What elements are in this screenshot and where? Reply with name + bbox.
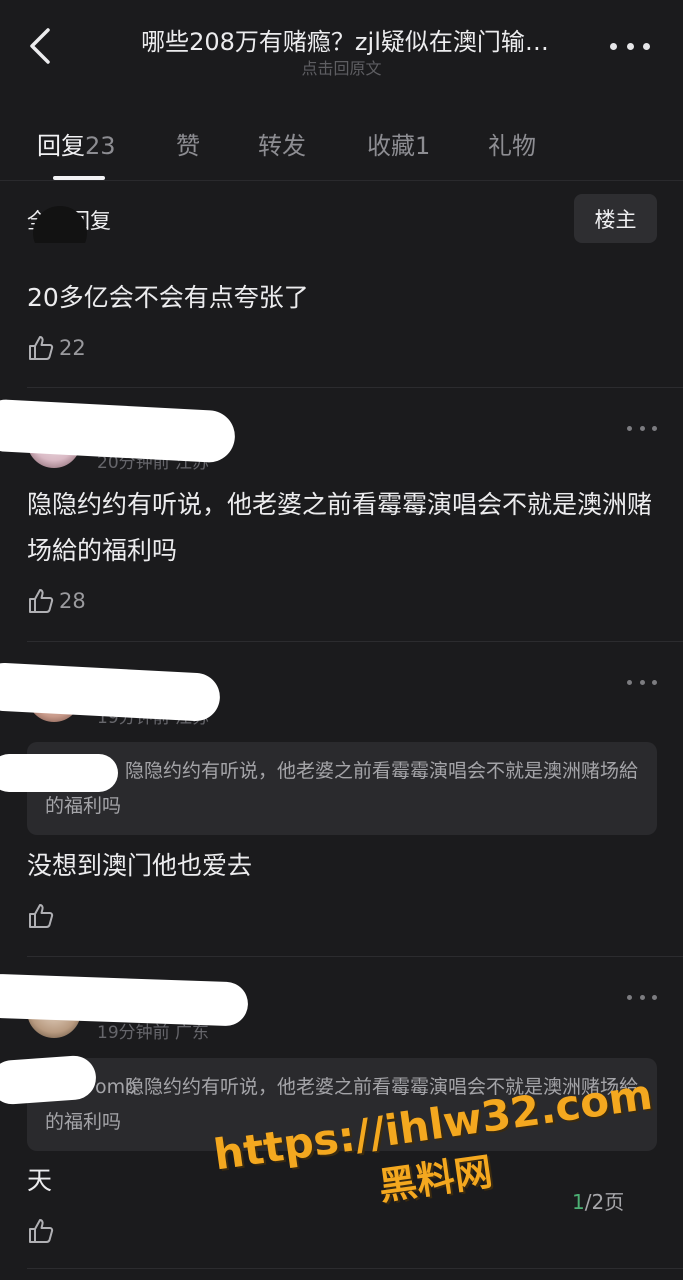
tab-favorites[interactable]: 收藏1 (367, 126, 430, 161)
tab-reposts[interactable]: 转发 (258, 126, 306, 161)
back-to-original-link[interactable]: 点击回原文 (0, 55, 683, 79)
like-count: 22 (59, 336, 86, 360)
comment-divider (27, 956, 683, 957)
like-button[interactable]: 28 (27, 586, 86, 616)
op-only-button[interactable]: 楼主 (574, 194, 657, 243)
comment-text: 隐隐约约有听说，他老婆之前看霉霉演唱会不就是澳洲赌场給的福利吗 (27, 490, 653, 565)
quoted-text: 隐隐约约有听说，他老婆之前看霉霉演唱会不就是澳洲赌场給的福利吗 (45, 760, 639, 817)
comment-text: 天 (27, 1166, 53, 1195)
comment-divider (27, 387, 683, 388)
comment-divider (27, 641, 683, 642)
quoted-reply[interactable]: 隐隐约约有听说，他老婆之前看霉霉演唱会不就是澳洲赌场給的福利吗 (27, 742, 657, 835)
page-indicator[interactable]: 1/2页 (572, 1186, 624, 1215)
more-icon[interactable] (606, 34, 654, 58)
more-icon[interactable] (627, 422, 657, 434)
like-button[interactable]: 22 (27, 333, 86, 363)
top-bar: 哪些208万有赌瘾？zjl疑似在澳门输… 点击回原文 (0, 0, 683, 96)
like-button[interactable] (27, 1216, 55, 1246)
tab-replies[interactable]: 回复23 (37, 126, 116, 161)
comment-divider (27, 1268, 683, 1269)
like-count: 28 (59, 589, 86, 613)
page-title[interactable]: 哪些208万有赌瘾？zjl疑似在澳门输… (100, 22, 590, 57)
more-icon[interactable] (627, 676, 657, 688)
like-button[interactable] (27, 901, 55, 931)
thumbs-up-icon (29, 336, 54, 360)
thumbs-up-icon (29, 904, 54, 928)
tabs-divider (0, 180, 683, 181)
tab-gifts[interactable]: 礼物 (488, 126, 536, 161)
comment-text: 没想到澳门他也爱去 (27, 851, 253, 880)
comment-text: 20多亿会不会有点夸张了 (27, 283, 309, 312)
scroll-clip (0, 243, 683, 265)
thumbs-up-icon (29, 1219, 54, 1243)
thumbs-up-icon (29, 589, 54, 613)
redaction-scribble (0, 754, 118, 792)
tab-likes[interactable]: 赞 (176, 126, 200, 161)
tab-bar: 回复23 赞 转发 收藏1 礼物 (0, 112, 683, 180)
redaction-scribble (0, 1054, 98, 1106)
redaction-scribble (0, 973, 249, 1027)
more-icon[interactable] (627, 991, 657, 1003)
